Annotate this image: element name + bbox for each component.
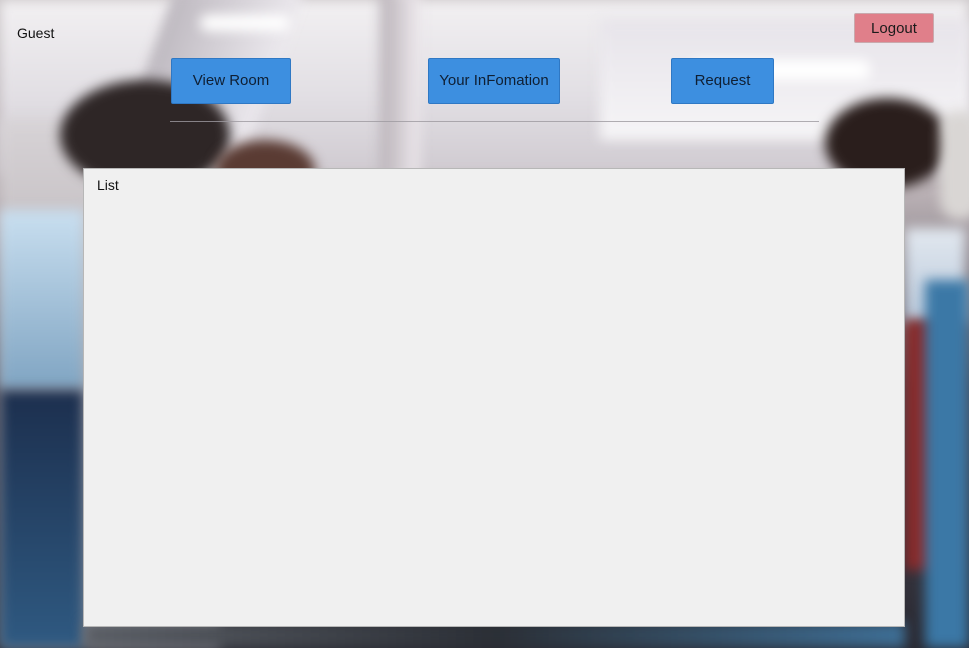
bg-passenger — [925, 280, 969, 648]
bg-seat-screen — [0, 210, 84, 390]
logout-button[interactable]: Logout — [854, 13, 934, 43]
user-role-label: Guest — [17, 25, 55, 41]
bg-passenger-head — [940, 110, 969, 220]
bg-ceiling-panel — [380, 0, 420, 180]
list-panel[interactable]: List — [83, 168, 905, 627]
header-divider — [170, 121, 819, 122]
bg-floor — [0, 390, 84, 648]
list-title: List — [97, 177, 119, 193]
your-information-button[interactable]: Your InFomation — [428, 58, 560, 104]
view-room-button[interactable]: View Room — [171, 58, 291, 104]
request-button[interactable]: Request — [671, 58, 774, 104]
bg-cabin-light — [200, 15, 290, 31]
